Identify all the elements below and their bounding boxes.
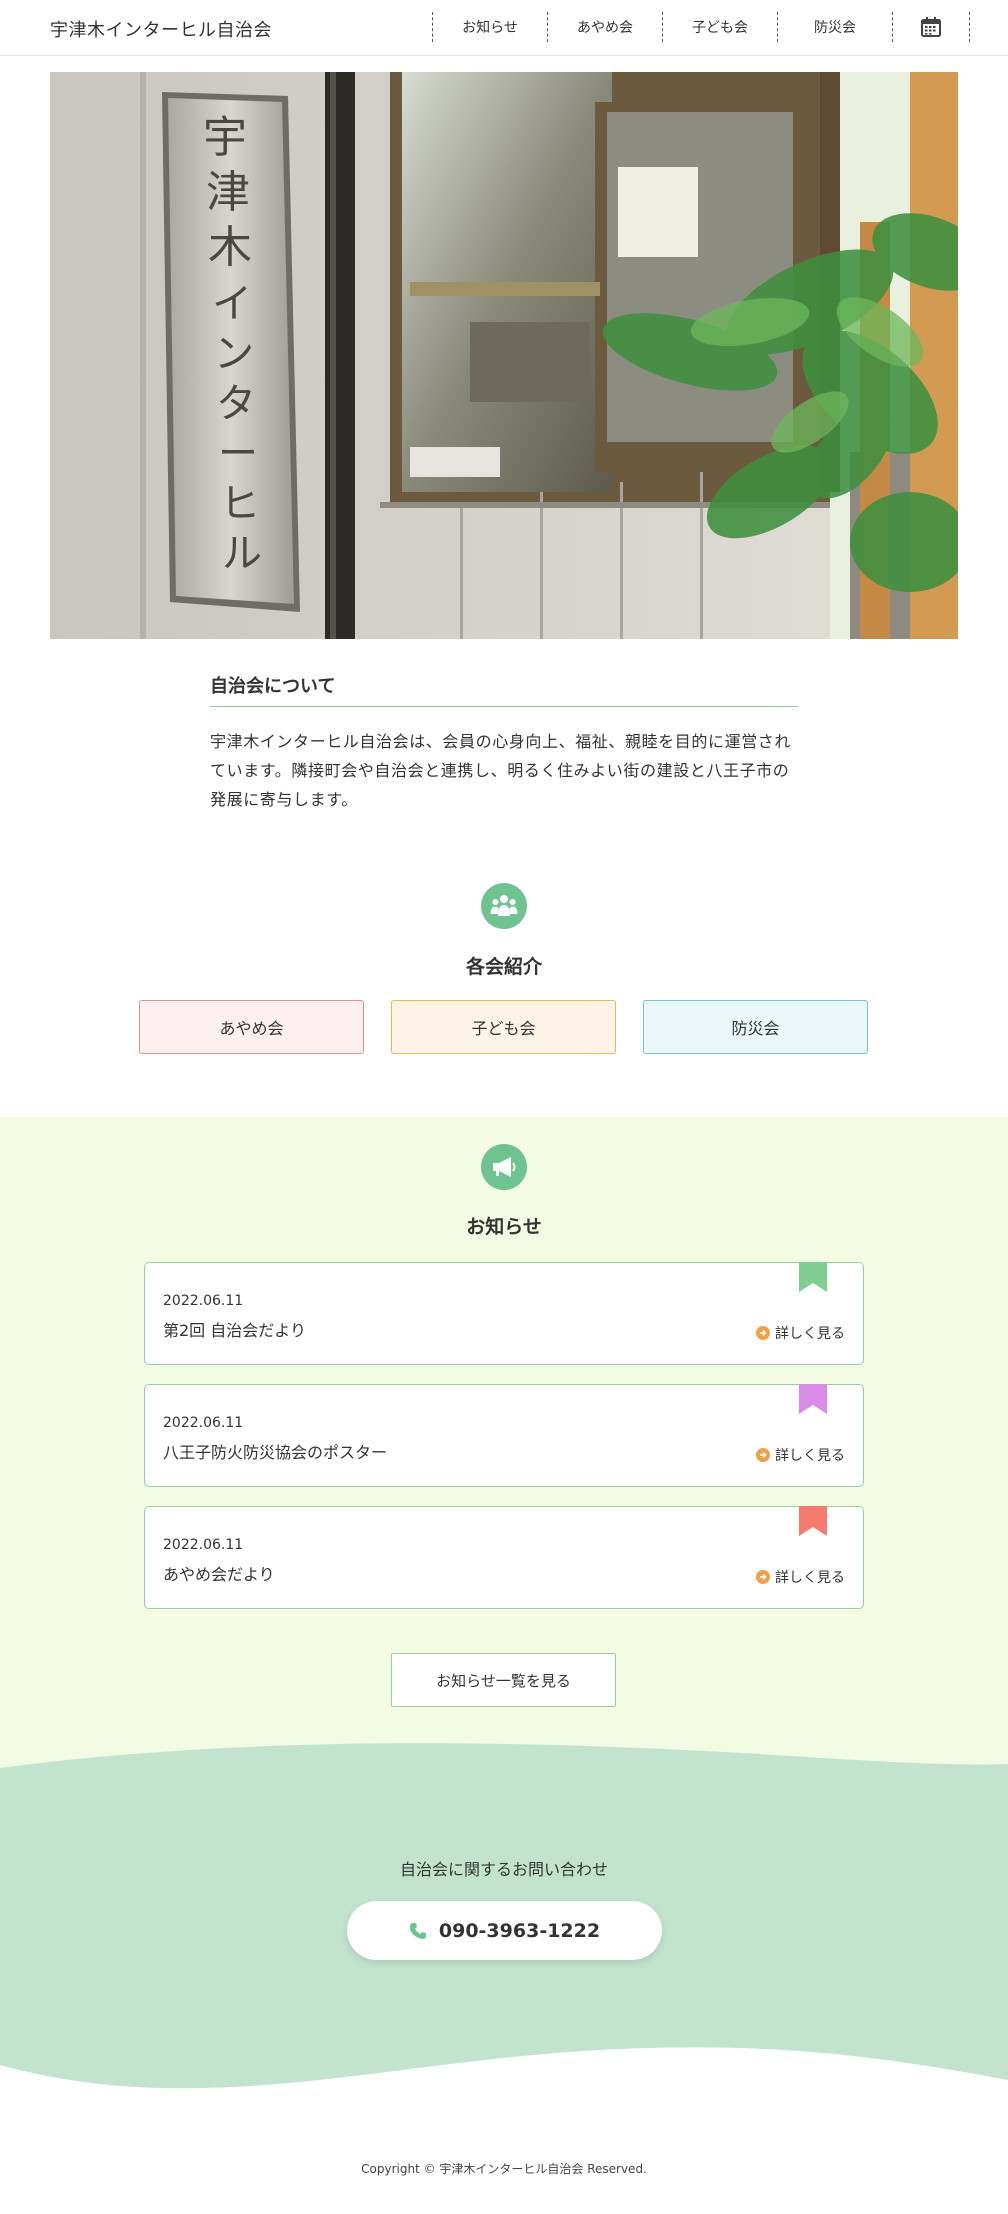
news-card[interactable]: 2022.06.11 八王子防火防災協会のポスター 詳しく見る bbox=[144, 1384, 864, 1487]
nav-item-news[interactable]: お知らせ bbox=[432, 12, 547, 42]
groups-title: 各会紹介 bbox=[465, 956, 542, 978]
contact-label: 自治会に関するお問い合わせ bbox=[399, 1860, 608, 1879]
all-news-button[interactable]: お知らせ一覧を見る bbox=[391, 1653, 616, 1707]
read-more-link[interactable]: 詳しく見る bbox=[756, 1567, 845, 1587]
hero-image: 宇 津 木 イ ン タ ー ヒ ル bbox=[50, 72, 958, 639]
bookmark-ribbon-icon bbox=[799, 1262, 827, 1292]
main-nav: お知らせ あやめ会 子ども会 防災会 bbox=[432, 12, 970, 42]
nav-item-ayame[interactable]: あやめ会 bbox=[547, 12, 662, 42]
about-title: 自治会について bbox=[210, 672, 798, 707]
group-button-ayame[interactable]: あやめ会 bbox=[139, 1000, 364, 1054]
svg-text:ル: ル bbox=[222, 531, 262, 577]
arrow-right-icon bbox=[756, 1570, 770, 1584]
site-title[interactable]: 宇津木インターヒル自治会 bbox=[50, 16, 272, 42]
people-icon bbox=[481, 883, 527, 929]
svg-text:タ: タ bbox=[216, 381, 256, 427]
phone-icon bbox=[409, 1922, 427, 1940]
nav-item-bousai[interactable]: 防災会 bbox=[777, 12, 892, 42]
svg-text:ン: ン bbox=[214, 331, 254, 377]
bookmark-ribbon-icon bbox=[799, 1384, 827, 1414]
group-button-bousai[interactable]: 防災会 bbox=[643, 1000, 868, 1054]
svg-text:木: 木 bbox=[208, 222, 252, 273]
svg-text:津: 津 bbox=[206, 167, 250, 218]
news-title-text[interactable]: 第2回 自治会だより bbox=[163, 1317, 306, 1341]
news-date: 2022.06.11 bbox=[163, 1537, 244, 1553]
megaphone-icon bbox=[481, 1144, 527, 1190]
phone-number: 090-3963-1222 bbox=[438, 1919, 601, 1942]
site-header: 宇津木インターヒル自治会 お知らせ あやめ会 子ども会 防災会 bbox=[0, 0, 1008, 56]
about-section: 自治会について 宇津木インターヒル自治会は、会員の心身向上、福祉、親睦を目的に運… bbox=[210, 672, 798, 814]
news-title-text[interactable]: あやめ会だより bbox=[163, 1561, 275, 1585]
news-card[interactable]: 2022.06.11 第2回 自治会だより 詳しく見る bbox=[144, 1262, 864, 1365]
news-title: お知らせ bbox=[466, 1216, 542, 1238]
sign-text: 宇 bbox=[203, 112, 247, 163]
bookmark-ribbon-icon bbox=[799, 1506, 827, 1536]
news-date: 2022.06.11 bbox=[163, 1415, 244, 1431]
news-title-text[interactable]: 八王子防火防災協会のポスター bbox=[163, 1439, 387, 1463]
news-date: 2022.06.11 bbox=[163, 1293, 244, 1309]
svg-text:ヒ: ヒ bbox=[220, 481, 260, 527]
read-more-label: 詳しく見る bbox=[775, 1326, 845, 1342]
arrow-right-icon bbox=[756, 1326, 770, 1340]
read-more-label: 詳しく見る bbox=[775, 1570, 845, 1586]
nav-item-calendar[interactable] bbox=[892, 12, 970, 42]
about-text: 宇津木インターヒル自治会は、会員の心身向上、福祉、親睦を目的に運営されています。… bbox=[210, 732, 792, 809]
svg-text:イ: イ bbox=[212, 281, 252, 327]
calendar-icon bbox=[921, 17, 941, 37]
group-button-kodomo[interactable]: 子ども会 bbox=[391, 1000, 616, 1054]
svg-text:ー: ー bbox=[218, 431, 258, 477]
arrow-right-icon bbox=[756, 1448, 770, 1462]
footer-copyright: Copyright © 宇津木インターヒル自治会 Reserved. bbox=[361, 2162, 647, 2176]
read-more-link[interactable]: 詳しく見る bbox=[756, 1445, 845, 1465]
news-card[interactable]: 2022.06.11 あやめ会だより 詳しく見る bbox=[144, 1506, 864, 1609]
phone-button[interactable]: 090-3963-1222 bbox=[347, 1901, 662, 1960]
read-more-label: 詳しく見る bbox=[775, 1448, 845, 1464]
read-more-link[interactable]: 詳しく見る bbox=[756, 1323, 845, 1343]
nav-item-kodomo[interactable]: 子ども会 bbox=[662, 12, 777, 42]
